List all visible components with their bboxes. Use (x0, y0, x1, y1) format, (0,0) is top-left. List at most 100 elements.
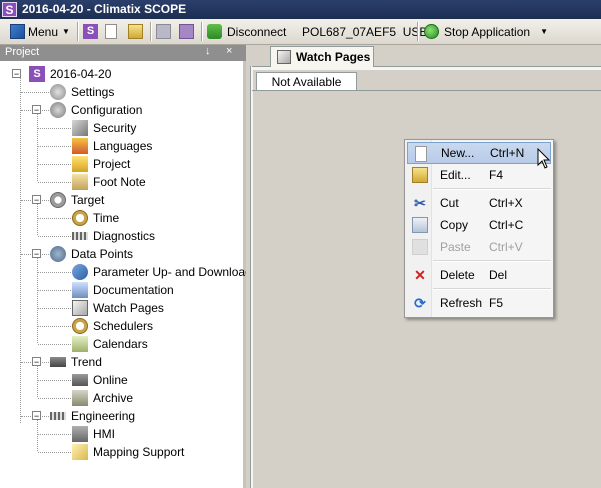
tree-item[interactable]: Time (72, 209, 119, 227)
menu-button[interactable]: Menu ▼ (10, 22, 70, 41)
menu-item-shortcut: Ctrl+V (489, 240, 523, 254)
menu-item-delete[interactable]: ✕ Delete Del (407, 264, 551, 286)
pin-icon[interactable]: ↓ (205, 45, 211, 57)
menu-item-label: Copy (440, 218, 469, 232)
menu-item-label: Refresh (440, 296, 483, 310)
menu-item-edit[interactable]: Edit... F4 (407, 164, 551, 186)
tree-item-label: Schedulers (93, 319, 154, 333)
settings-icon (50, 84, 66, 100)
tree-item[interactable]: Mapping Support (72, 443, 184, 461)
new-project-button[interactable] (105, 22, 117, 41)
menu-item-shortcut: Del (489, 268, 508, 282)
tree-item-label: Calendars (93, 337, 148, 351)
save-icon (156, 24, 171, 39)
chevron-down-icon[interactable]: ▼ (540, 27, 548, 36)
project-panel-title: Project (5, 46, 40, 58)
menu-item-cut[interactable]: ✂ Cut Ctrl+X (407, 192, 551, 214)
tree-item-label: Documentation (93, 283, 174, 297)
expand-toggle-icon[interactable]: − (32, 195, 41, 205)
diagnostics-icon (72, 232, 88, 240)
open-project-button[interactable] (128, 22, 143, 41)
scope-button[interactable]: S (83, 22, 98, 41)
tree-item[interactable]: Diagnostics (72, 227, 155, 245)
tree-item[interactable]: Watch Pages (72, 299, 164, 317)
tree-item[interactable]: Project (72, 155, 130, 173)
tree-item[interactable]: Online (72, 371, 128, 389)
watch-pages-icon (72, 300, 88, 316)
tree-item[interactable]: Schedulers (72, 317, 153, 335)
documentation-icon (72, 282, 88, 298)
tree-item[interactable]: Archive (72, 389, 133, 407)
hmi-icon (72, 426, 88, 442)
project-root-icon: S (29, 66, 45, 82)
tree-item-label: Project (93, 157, 131, 171)
tree-item[interactable]: Parameter Up- and Download (72, 263, 252, 281)
expand-toggle-icon[interactable]: − (32, 249, 41, 259)
tree-item-label: 2016-04-20 (50, 67, 112, 81)
tab-panel-edge (250, 66, 253, 488)
menu-item-label: New... (441, 146, 475, 160)
tree-item[interactable]: Configuration (50, 101, 142, 119)
menu-item-shortcut: F4 (489, 168, 504, 182)
scissors-icon: ✂ (414, 195, 426, 211)
save-button[interactable] (156, 22, 171, 41)
menu-item-shortcut: Ctrl+X (489, 196, 523, 210)
tree-item[interactable]: S 2016-04-20 (29, 65, 111, 83)
tree-item[interactable]: Data Points (50, 245, 133, 263)
archive-icon (72, 390, 88, 406)
new-document-icon (105, 24, 117, 39)
expand-toggle-icon[interactable]: − (32, 357, 41, 367)
tree-item-label: Engineering (71, 409, 136, 423)
menu-item-label: Cut (440, 196, 459, 210)
tree-item[interactable]: Settings (50, 83, 114, 101)
footnote-icon (72, 174, 88, 190)
save-all-icon (179, 24, 194, 39)
new-page-icon (415, 146, 427, 162)
tree-item-label: Foot Note (93, 175, 146, 189)
refresh-icon: ⟳ (414, 295, 426, 311)
project-panel-header: Project ↓ × (0, 45, 246, 61)
tree-item[interactable]: Target (50, 191, 104, 209)
project-icon (72, 156, 88, 172)
chevron-down-icon: ▼ (62, 27, 70, 36)
subtab-not-available[interactable]: Not Available (256, 72, 357, 91)
tree-item[interactable]: Calendars (72, 335, 148, 353)
tree-item[interactable]: HMI (72, 425, 115, 443)
menu-item-label: Paste (440, 240, 471, 254)
engineering-icon (50, 412, 66, 420)
tab-watch-pages[interactable]: Watch Pages (270, 46, 374, 67)
watch-pages-icon (277, 50, 291, 64)
expand-toggle-icon[interactable]: − (32, 411, 41, 421)
tree-item-label: Settings (71, 85, 115, 99)
expand-toggle-icon[interactable]: − (12, 69, 21, 79)
tree-item-label: Languages (93, 139, 153, 153)
connection-info: POL687_07AEF5 USB (302, 22, 427, 41)
menu-icon (10, 24, 25, 39)
tree-item-label: Mapping Support (93, 445, 185, 459)
menu-item-copy[interactable]: Copy Ctrl+C (407, 214, 551, 236)
stop-application-button[interactable]: Stop Application ▼ (424, 22, 548, 41)
tree-item[interactable]: Engineering (50, 407, 135, 425)
tree-item[interactable]: Trend (50, 353, 102, 371)
tree-item-label: Time (93, 211, 120, 225)
languages-icon (72, 138, 88, 154)
menu-item-new[interactable]: New... Ctrl+N (407, 142, 551, 164)
menu-separator (433, 188, 551, 190)
tree-item[interactable]: Documentation (72, 281, 174, 299)
close-icon[interactable]: × (226, 45, 232, 57)
disconnect-button[interactable]: Disconnect (207, 22, 286, 41)
menu-separator (433, 260, 551, 262)
tree-item[interactable]: Security (72, 119, 136, 137)
tree-item[interactable]: Foot Note (72, 173, 146, 191)
menu-separator (433, 288, 551, 290)
menu-button-label: Menu (28, 24, 59, 39)
menu-item-refresh[interactable]: ⟳ Refresh F5 (407, 292, 551, 314)
plug-icon (207, 24, 222, 39)
tab-watch-pages-label: Watch Pages (296, 50, 371, 64)
menu-item-label: Edit... (440, 168, 471, 182)
expand-toggle-icon[interactable]: − (32, 105, 41, 115)
tree-item[interactable]: Languages (72, 137, 152, 155)
save-all-button[interactable] (179, 22, 194, 41)
tree-item-label: Online (93, 373, 128, 387)
online-icon (72, 374, 88, 386)
